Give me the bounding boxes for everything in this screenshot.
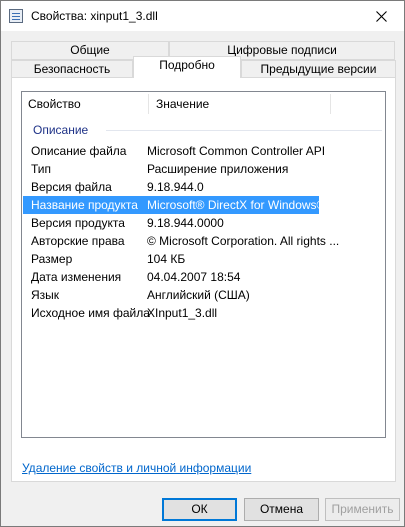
property-value: 104 КБ <box>147 252 186 266</box>
list-header: Свойство Значение <box>22 92 385 116</box>
tab-details-label: Подробно <box>159 58 215 72</box>
property-value: © Microsoft Corporation. All rights ... <box>147 234 340 248</box>
list-item[interactable]: Описание файла Microsoft Common Controll… <box>23 142 325 160</box>
cancel-button[interactable]: Отмена <box>244 498 319 521</box>
tab-previous-versions-label: Предыдущие версии <box>260 62 377 76</box>
ok-button[interactable]: ОК <box>162 498 237 521</box>
property-value: 9.18.944.0 <box>147 180 204 194</box>
list-item[interactable]: Язык Английский (США) <box>23 286 319 304</box>
property-value: 9.18.944.0000 <box>147 216 224 230</box>
property-name: Авторские права <box>31 234 125 248</box>
close-button[interactable] <box>358 1 404 31</box>
property-name: Версия продукта <box>31 216 125 230</box>
list-item[interactable]: Версия файла 9.18.944.0 <box>23 178 319 196</box>
column-separator <box>330 94 331 114</box>
remove-properties-link[interactable]: Удаление свойств и личной информации <box>22 461 251 475</box>
dll-file-icon <box>9 9 23 23</box>
title-bar: Свойства: xinput1_3.dll <box>1 1 404 31</box>
property-value: Английский (США) <box>147 288 250 302</box>
details-list[interactable]: Свойство Значение Описание Описание файл… <box>21 91 386 438</box>
list-item[interactable]: Исходное имя файла XInput1_3.dll <box>23 304 319 322</box>
property-name: Размер <box>31 252 73 266</box>
property-value: Microsoft Common Controller API <box>147 144 326 158</box>
details-panel: Свойство Значение Описание Описание файл… <box>11 77 396 482</box>
apply-button[interactable]: Применить <box>325 498 400 521</box>
list-item-selected[interactable]: Название продукта Microsoft® DirectX for… <box>23 196 325 214</box>
list-item[interactable]: Дата изменения 04.04.2007 18:54 <box>23 268 319 286</box>
list-item[interactable]: Авторские права © Microsoft Corporation.… <box>23 232 339 250</box>
list-item[interactable]: Версия продукта 9.18.944.0000 <box>23 214 319 232</box>
property-value: XInput1_3.dll <box>147 306 218 320</box>
list-item[interactable]: Тип Расширение приложения <box>23 160 319 178</box>
tab-details[interactable]: Подробно <box>133 56 241 78</box>
column-separator <box>148 94 149 114</box>
tab-general-label: Общие <box>70 43 110 57</box>
property-name: Дата изменения <box>31 270 122 284</box>
property-value: 04.04.2007 18:54 <box>147 270 241 284</box>
property-name: Версия файла <box>31 180 112 194</box>
property-name: Описание файла <box>31 144 127 158</box>
property-name: Название продукта <box>31 198 138 212</box>
column-header-property[interactable]: Свойство <box>22 92 148 116</box>
list-item[interactable]: Размер 104 КБ <box>23 250 319 268</box>
properties-dialog: Свойства: xinput1_3.dll Общие Цифровые п… <box>0 0 405 527</box>
group-divider <box>106 130 382 131</box>
window-title: Свойства: xinput1_3.dll <box>31 9 158 23</box>
column-header-value[interactable]: Значение <box>150 92 330 116</box>
property-value: Microsoft® DirectX for Windows® <box>147 198 326 212</box>
tab-digital-signatures-label: Цифровые подписи <box>227 43 337 57</box>
property-name: Тип <box>31 162 52 176</box>
tab-security-label: Безопасность <box>33 62 111 76</box>
close-icon <box>375 10 387 22</box>
property-name: Язык <box>31 288 60 302</box>
property-name: Исходное имя файла <box>31 306 150 320</box>
property-value: Расширение приложения <box>147 162 289 176</box>
group-header-description[interactable]: Описание <box>33 123 88 137</box>
